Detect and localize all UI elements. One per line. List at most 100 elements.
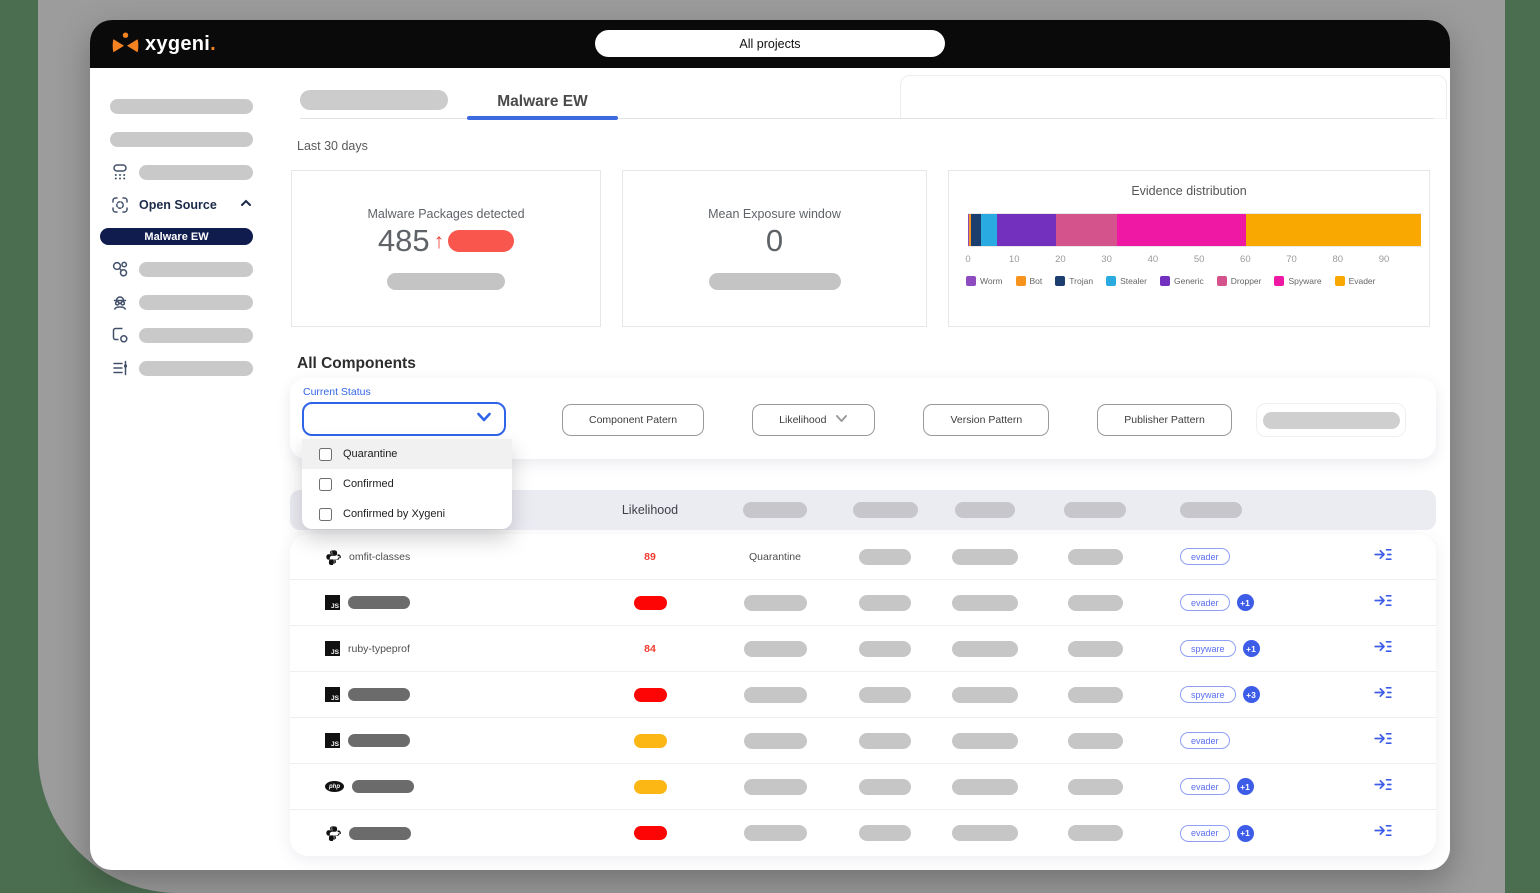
sidebar-item-skeleton[interactable] [90,96,280,116]
cell-skeleton [952,779,1018,795]
filter-skeleton-box [1256,403,1406,437]
open-details-icon[interactable] [1374,777,1392,797]
data-cell [1040,825,1150,841]
likelihood-score: 84 [644,643,656,655]
php-icon: php [325,781,344,792]
sidebar-item-skeleton[interactable] [90,129,280,149]
cell-skeleton [859,733,911,749]
axis-tick: 80 [1332,254,1343,265]
sidebar-item-skeleton[interactable] [90,162,280,182]
cell-skeleton [1068,733,1123,749]
checkbox[interactable] [319,478,332,491]
evidence-badge-evader[interactable]: evader [1180,594,1230,611]
legend-swatch [1217,276,1227,286]
evidence-count-badge[interactable]: +1 [1237,594,1254,611]
table-row[interactable]: JS evader [290,718,1436,764]
data-cell [930,641,1040,657]
legend-item: Dropper [1217,276,1262,286]
segment-evader [1246,214,1421,246]
filter-button-component-patern[interactable]: Component Patern [562,404,704,436]
javascript-icon: JS [325,733,340,748]
evidence-cell: evader [1150,548,1330,565]
component-name-skeleton [352,780,414,793]
exposure-value: 0 [766,223,783,259]
tab-skeleton[interactable] [300,90,448,110]
cell-skeleton [859,641,911,657]
table-row[interactable]: JSspyware+3 [290,672,1436,718]
data-cell [840,779,930,795]
action-cell [1330,593,1436,613]
sidebar-item-malware-ew[interactable]: Malware EW [100,228,253,245]
data-cell [930,549,1040,565]
filter-button-likelihood[interactable]: Likelihood [752,404,875,436]
open-details-icon[interactable] [1374,823,1392,843]
evidence-badge-spyware[interactable]: spyware [1180,686,1236,703]
sidebar-item-skeleton[interactable] [90,259,280,279]
evidence-bar [968,213,1421,247]
filter-button-publisher-pattern[interactable]: Publisher Pattern [1097,404,1232,436]
sidebar-item-skeleton[interactable] [90,292,280,312]
sidebar-item-open-source[interactable]: Open Source [90,195,280,215]
skeleton-bar [139,295,253,310]
active-tab-underline [467,116,618,120]
open-details-icon[interactable] [1374,593,1392,613]
dropdown-option-confirmed[interactable]: Confirmed [302,469,512,499]
cell-skeleton [744,733,807,749]
chevron-up-icon[interactable] [239,196,253,215]
axis-tick: 60 [1240,254,1251,265]
evidence-count-badge[interactable]: +1 [1237,778,1254,795]
evidence-count-badge[interactable]: +1 [1243,640,1260,657]
likelihood-score-pill [634,596,667,610]
dropdown-option-quarantine[interactable]: Quarantine [302,439,512,469]
evidence-count-badge[interactable]: +3 [1243,686,1260,703]
cell-skeleton [952,641,1018,657]
legend-item: Evader [1335,276,1376,286]
tab-malware-ew[interactable]: Malware EW [467,93,618,111]
sidebar-item-skeleton[interactable] [90,325,280,345]
header-skeleton [1064,502,1126,518]
cell-skeleton [952,687,1018,703]
python-icon [325,825,341,841]
data-cell [1040,733,1150,749]
status-value: Quarantine [749,551,801,563]
table-row[interactable]: JSevader+1 [290,580,1436,626]
current-status-select[interactable] [302,402,506,436]
action-cell [1330,777,1436,797]
cell-skeleton [1068,595,1123,611]
filter-button-version-pattern[interactable]: Version Pattern [923,404,1049,436]
evidence-badge-spyware[interactable]: spyware [1180,640,1236,657]
table-row[interactable]: evader +1 [290,810,1436,856]
open-details-icon[interactable] [1374,685,1392,705]
open-details-icon[interactable] [1374,731,1392,751]
checkbox[interactable] [319,448,332,461]
table-row[interactable]: omfit-classes89Quarantineevader [290,534,1436,580]
evidence-count-badge[interactable]: +1 [1237,825,1254,842]
axis-tick: 70 [1286,254,1297,265]
table-row[interactable]: php evader +1 [290,764,1436,810]
checkbox[interactable] [319,508,332,521]
logo-text: xygeni [145,33,210,55]
open-details-icon[interactable] [1374,547,1392,567]
evidence-badge-evader[interactable]: evader [1180,548,1230,565]
axis-tick: 20 [1055,254,1066,265]
sidebar-item-skeleton[interactable] [90,358,280,378]
likelihood-score-pill [634,734,667,748]
evidence-cell: spyware +3 [1150,686,1330,703]
cell-skeleton [859,687,911,703]
table-row[interactable]: JSruby-typeprof84spyware+1 [290,626,1436,672]
dropdown-option-confirmed-by-xygeni[interactable]: Confirmed by Xygeni [302,499,512,529]
evidence-badge-evader[interactable]: evader [1180,825,1230,842]
skeleton-bar [110,99,253,114]
data-cell [930,595,1040,611]
all-projects-button[interactable]: All projects [595,30,945,57]
legend-label: Bot [1030,276,1043,286]
likelihood-score-pill [634,688,667,702]
evidence-badge-evader[interactable]: evader [1180,778,1230,795]
cell-skeleton [952,595,1018,611]
legend-swatch [1106,276,1116,286]
evidence-badge-evader[interactable]: evader [1180,732,1230,749]
open-details-icon[interactable] [1374,639,1392,659]
evidence-cell: evader [1150,732,1330,749]
likelihood-score-pill [634,826,667,840]
sidebar: Open Source Malware EW [90,68,280,870]
